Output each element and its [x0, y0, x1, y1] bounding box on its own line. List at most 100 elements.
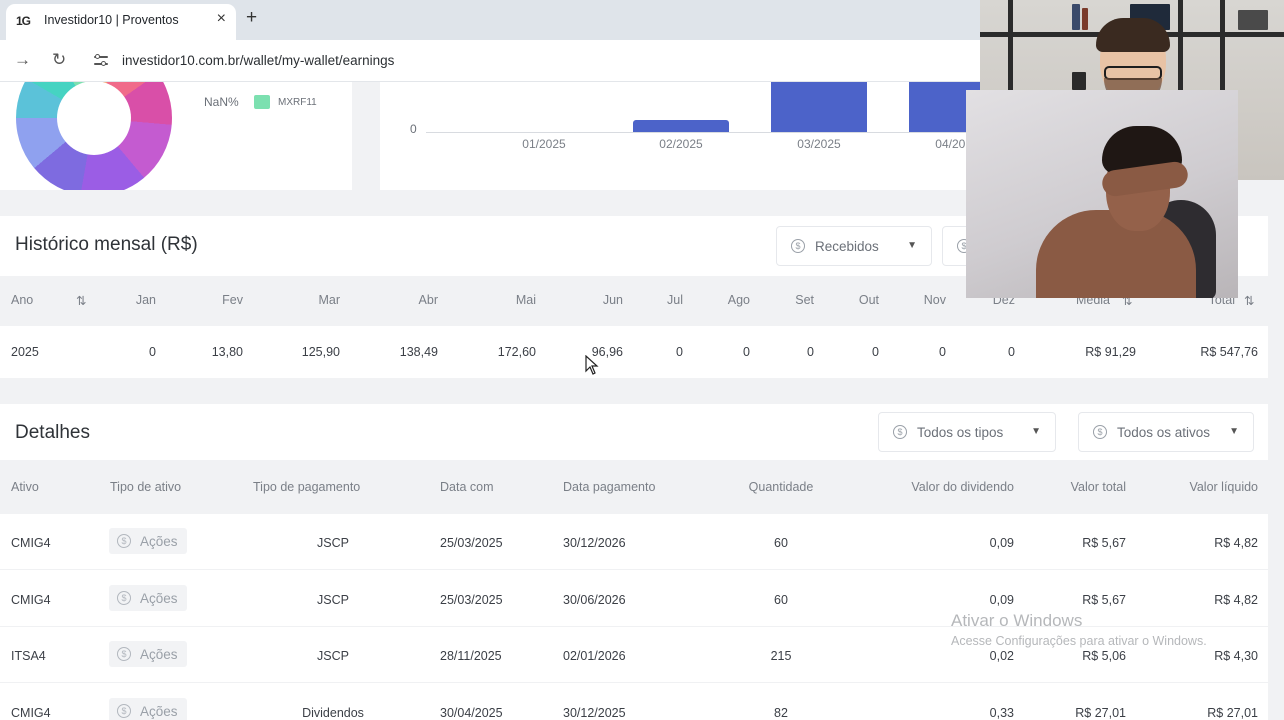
bar-03-2025[interactable] [771, 82, 867, 132]
cell-valor-total: R$ 5,67 [1082, 536, 1126, 550]
details-title: Detalhes [15, 422, 90, 443]
dollar-icon: $ [893, 425, 907, 439]
allocation-donut-card: NaN% MXRF11 [0, 82, 352, 190]
x-tick-label: 03/2025 [797, 137, 841, 151]
cell-data-pagamento: 30/12/2025 [563, 705, 626, 720]
site-favicon-icon: 1G [16, 14, 31, 28]
dollar-icon: $ [117, 534, 131, 548]
browser-tab[interactable]: 1G Investidor10 | Proventos × [6, 4, 236, 40]
cell-valor-dividendo: 0,02 [989, 649, 1014, 663]
cell-jul: 0 [676, 345, 683, 359]
received-filter-dropdown[interactable]: $ Recebidos ▼ [776, 226, 932, 266]
cell-data-com: 25/03/2025 [440, 536, 503, 550]
windows-activation-watermark-text: Acesse Configurações para ativar o Windo… [951, 634, 1207, 648]
column-header-tipo-pagamento: Tipo de pagamento [253, 480, 361, 494]
column-header-valor-dividendo: Valor do dividendo [911, 480, 1014, 494]
cell-valor-liquido: R$ 4,82 [1214, 592, 1258, 607]
forward-arrow-icon[interactable]: → [14, 50, 31, 70]
assets-filter-dropdown[interactable]: $ Todos os ativos ▼ [1078, 412, 1254, 452]
x-axis-line [426, 132, 1000, 133]
column-header-jul: Jul [667, 293, 683, 307]
cell-quantidade: 60 [774, 536, 788, 550]
asset-type-chip: $ Ações [109, 584, 187, 611]
cell-jan: 0 [149, 345, 156, 359]
asset-type-label: Ações [140, 703, 178, 719]
cell-ativo: CMIG4 [11, 592, 51, 607]
details-table-header: Ativo Tipo de ativo Tipo de pagamento Da… [0, 460, 1268, 514]
cell-set: 0 [807, 345, 814, 359]
received-filter-label: Recebidos [815, 239, 879, 254]
table-row: 2025 0 13,80 125,90 138,49 172,60 96,96 … [0, 326, 1268, 378]
dollar-icon: $ [117, 703, 131, 718]
cell-valor-total: R$ 5,67 [1082, 592, 1126, 607]
chevron-down-icon: ▼ [1229, 426, 1239, 437]
sort-icon[interactable]: ⇅ [1244, 293, 1254, 308]
asset-type-chip: $ Ações [109, 641, 187, 667]
asset-type-chip: $ Ações [109, 528, 187, 554]
column-header-ano[interactable]: Ano [11, 293, 33, 307]
column-header-mar: Mar [318, 293, 340, 307]
cell-valor-liquido: R$ 4,82 [1214, 536, 1258, 550]
dollar-icon: $ [117, 590, 131, 605]
legend-percent: NaN% [204, 95, 239, 109]
cell-data-com: 25/03/2025 [440, 592, 503, 607]
dollar-icon: $ [1093, 425, 1107, 439]
cell-data-pagamento: 30/12/2026 [563, 536, 626, 550]
column-header-out: Out [858, 293, 879, 307]
column-header-ago: Ago [727, 293, 750, 307]
webcam-overlay-inset [966, 90, 1238, 298]
cell-valor-total: R$ 27,01 [1075, 705, 1126, 720]
column-header-jun: Jun [602, 293, 623, 307]
allocation-donut-chart [16, 82, 172, 190]
table-row: CMIG4 $ Ações Dividendos 30/04/2025 30/12/202… [0, 684, 1268, 720]
url-field[interactable]: investidor10.com.br/wallet/my-wallet/ear… [122, 53, 394, 68]
cell-quantidade: 82 [774, 705, 788, 720]
column-header-valor-liquido: Valor líquido [1189, 480, 1258, 494]
column-header-ativo: Ativo [11, 480, 39, 494]
cell-abr: 138,49 [399, 345, 438, 359]
new-tab-button[interactable]: + [246, 7, 257, 29]
cell-ano: 2025 [11, 345, 39, 359]
cell-media: R$ 91,29 [1085, 345, 1136, 359]
column-header-mai: Mai [515, 293, 536, 307]
cell-valor-dividendo: 0,33 [989, 705, 1014, 720]
site-settings-icon[interactable] [94, 53, 108, 67]
legend-label: MXRF11 [278, 97, 317, 108]
column-header-set: Set [795, 293, 814, 307]
cell-data-com: 30/04/2025 [440, 705, 503, 720]
x-tick-label: 02/2025 [659, 137, 703, 151]
column-header-nov: Nov [923, 293, 946, 307]
details-card: Detalhes $ Todos os tipos ▼ $ Todos os a… [0, 404, 1268, 720]
asset-type-label: Ações [140, 590, 178, 606]
cell-quantidade: 60 [774, 592, 788, 607]
asset-type-label: Ações [140, 647, 178, 662]
cell-data-pagamento: 02/01/2026 [563, 649, 626, 663]
cell-data-com: 28/11/2025 [440, 649, 502, 663]
cell-ativo: CMIG4 [11, 705, 51, 720]
chevron-down-icon: ▼ [907, 240, 917, 251]
cell-out: 0 [872, 345, 879, 359]
close-tab-icon[interactable]: × [217, 10, 226, 28]
monthly-history-title: Histórico mensal (R$) [15, 234, 198, 255]
mouse-cursor-icon [585, 355, 599, 375]
cell-nov: 0 [939, 345, 946, 359]
dollar-icon: $ [791, 239, 805, 253]
tab-title: Investidor10 | Proventos [44, 13, 179, 27]
cell-tipo-pagamento: JSCP [317, 649, 349, 663]
asset-type-filter-dropdown[interactable]: $ Todos os tipos ▼ [878, 412, 1056, 452]
cell-mai: 172,60 [497, 345, 536, 359]
bar-02-2025[interactable] [633, 120, 729, 132]
cell-data-pagamento: 30/06/2026 [563, 592, 626, 607]
reload-icon[interactable]: ↻ [52, 50, 66, 70]
sort-icon[interactable]: ⇅ [76, 293, 86, 308]
asset-type-filter-label: Todos os tipos [917, 425, 1004, 440]
column-header-data-com: Data com [440, 480, 494, 494]
column-header-tipo-ativo: Tipo de ativo [110, 480, 182, 494]
cell-tipo-pagamento: Dividendos [302, 705, 364, 720]
column-header-abr: Abr [418, 293, 438, 307]
cell-valor-dividendo: 0,09 [989, 592, 1014, 607]
asset-type-label: Ações [140, 534, 178, 549]
cell-ago: 0 [743, 345, 750, 359]
cell-valor-liquido: R$ 27,01 [1207, 705, 1258, 720]
assets-filter-label: Todos os ativos [1117, 425, 1211, 440]
